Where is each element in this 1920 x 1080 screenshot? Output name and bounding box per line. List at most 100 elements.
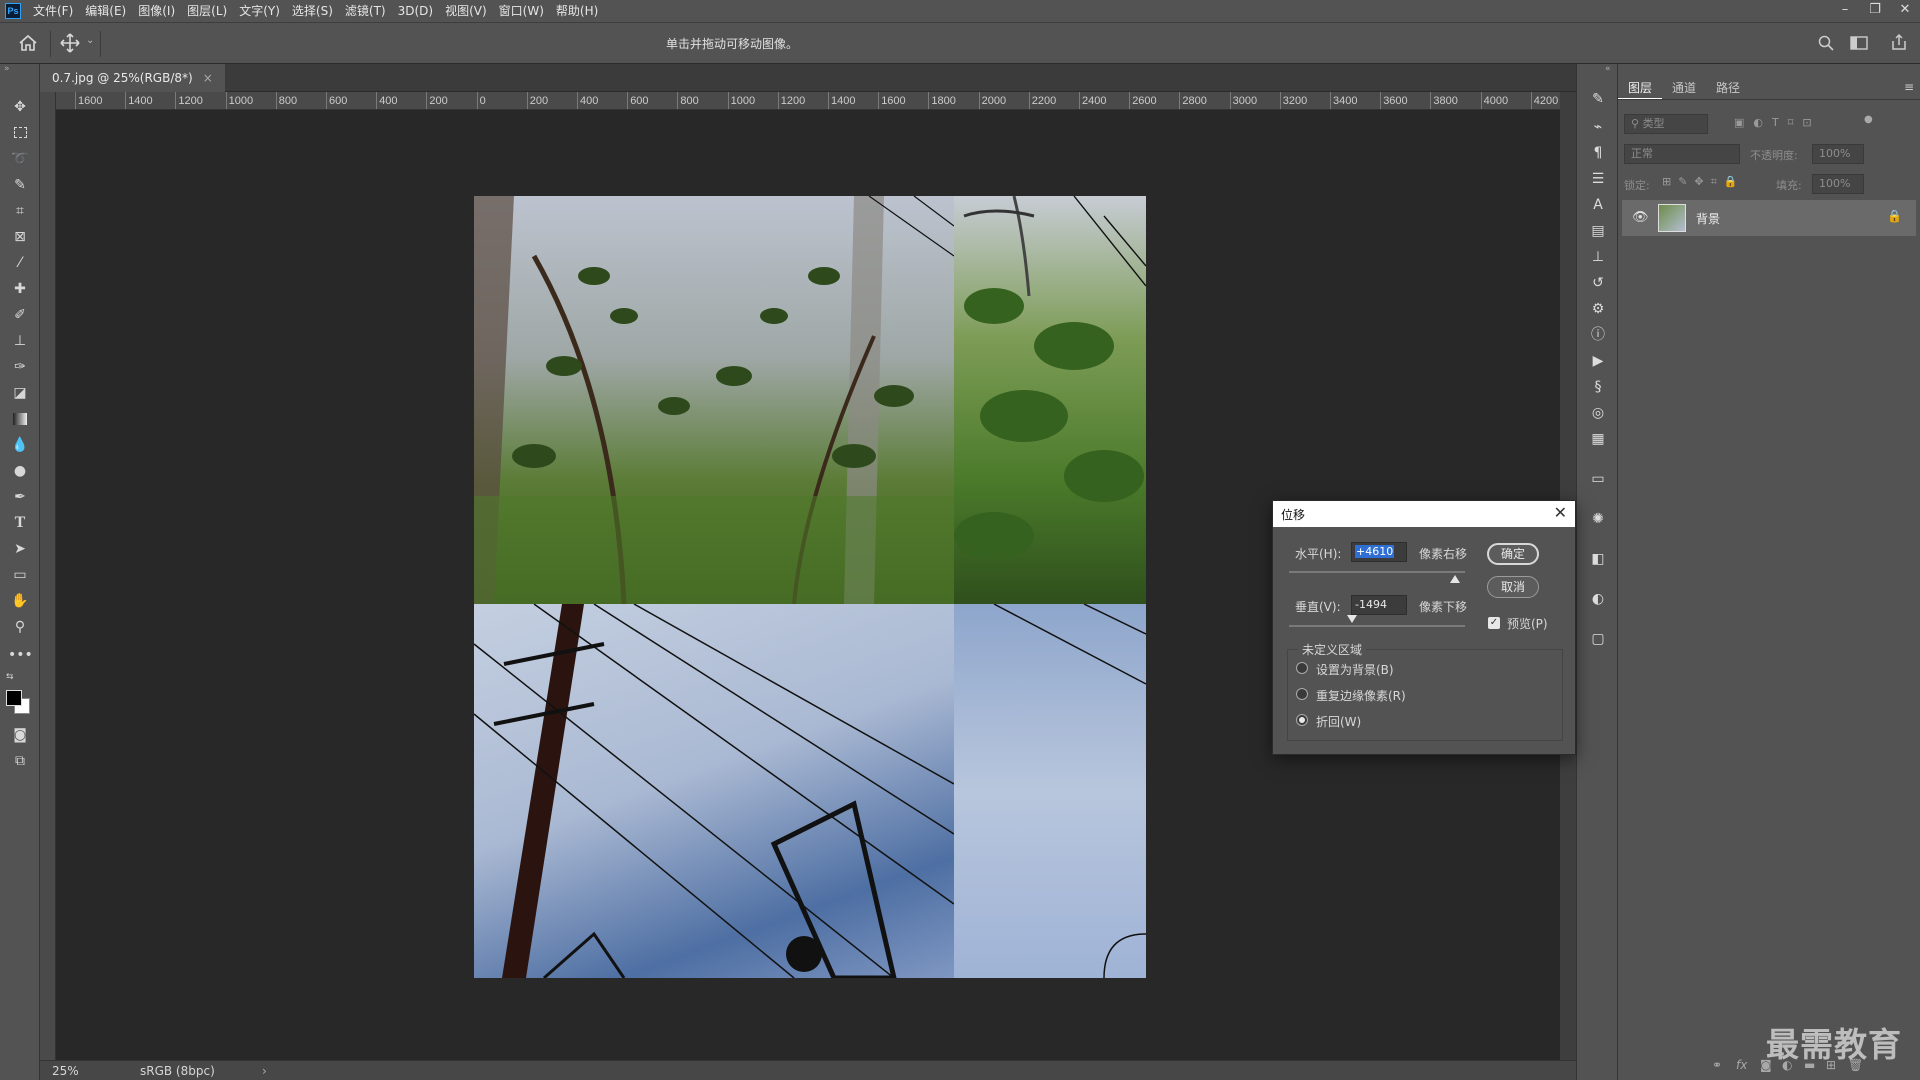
minimize-button[interactable]: – [1830, 0, 1860, 22]
close-icon[interactable]: ✕ [1554, 503, 1567, 522]
layer-filter-icons[interactable]: ▣◐T⌑⊡ [1734, 116, 1821, 129]
blur-icon[interactable]: 💧 [8, 434, 32, 456]
adjustments-sliders-icon[interactable]: ☰ [1589, 170, 1607, 188]
share-icon[interactable] [1890, 33, 1908, 51]
preview-checkbox[interactable]: ✓ [1488, 617, 1500, 629]
healing-brush-icon[interactable]: ✚ [8, 278, 32, 300]
pen-icon[interactable]: ✒ [8, 486, 32, 508]
menu-image[interactable]: 图像(I) [132, 0, 181, 22]
rectangle-icon[interactable]: ▭ [8, 564, 32, 586]
eraser-icon[interactable]: ◪ [8, 382, 32, 404]
home-icon[interactable] [18, 34, 38, 52]
zoom-level[interactable]: 25% [52, 1064, 79, 1078]
menu-edit[interactable]: 编辑(E) [79, 0, 132, 22]
vertical-input[interactable]: -1494 [1351, 595, 1407, 615]
more-tools-icon[interactable]: ••• [8, 644, 33, 666]
restore-button[interactable]: ❐ [1860, 0, 1890, 22]
close-tab-icon[interactable]: × [203, 64, 213, 92]
actions-icon[interactable]: ▶ [1589, 352, 1607, 370]
history-icon[interactable]: ↺ [1589, 274, 1607, 292]
menu-select[interactable]: 选择(S) [286, 0, 339, 22]
zoom-icon[interactable]: ⚲ [8, 616, 32, 638]
brush-settings-icon[interactable]: ✎ [1589, 90, 1607, 108]
brush-icon[interactable]: ✐ [8, 304, 32, 326]
layer-kind-filter[interactable]: ⚲ 类型 [1624, 114, 1708, 134]
menu-file[interactable]: 文件(F) [27, 0, 79, 22]
info-icon[interactable]: ⓘ [1589, 326, 1607, 344]
swap-colors-icon[interactable]: ⇆ [6, 672, 14, 682]
eyedropper-icon[interactable]: ⁄ [8, 252, 32, 274]
radio-wrap-around[interactable] [1296, 714, 1308, 726]
tab-paths[interactable]: 路径 [1706, 76, 1750, 99]
quick-selection-icon[interactable]: ✎ [8, 174, 32, 196]
notes-icon[interactable]: ▭ [1589, 470, 1607, 488]
dialog-titlebar[interactable]: 位移 ✕ [1273, 501, 1575, 527]
foreground-color-swatch[interactable] [6, 690, 22, 706]
tab-layers[interactable]: 图层 [1618, 76, 1663, 99]
vertical-slider-thumb[interactable] [1347, 615, 1357, 623]
path-selection-icon[interactable]: ➤ [8, 538, 32, 560]
type-icon[interactable]: T [8, 512, 32, 534]
close-window-button[interactable]: ✕ [1890, 0, 1920, 22]
status-menu-arrow[interactable]: › [262, 1064, 267, 1078]
ok-button[interactable]: 确定 [1487, 543, 1539, 565]
collapse-icon[interactable]: « [1605, 64, 1611, 74]
cancel-button[interactable]: 取消 [1487, 576, 1539, 598]
paragraph-icon[interactable]: ¶ [1589, 144, 1607, 162]
menu-3d[interactable]: 3D(D) [392, 0, 439, 22]
radio-set-to-background[interactable] [1296, 662, 1308, 674]
document-tab[interactable]: 0.7.jpg @ 25%(RGB/8*) × [40, 64, 225, 92]
timeline-icon[interactable]: ◧ [1589, 550, 1607, 568]
clone-stamp-icon[interactable]: ⊥ [8, 330, 32, 352]
menu-view[interactable]: 视图(V) [439, 0, 493, 22]
move-tool-icon[interactable] [60, 33, 80, 53]
chevron-down-icon[interactable]: ⌄ [86, 35, 94, 46]
lock-options-icons[interactable]: ⊞✎✥⌗🔒 [1662, 175, 1745, 189]
history-brush-icon[interactable]: ✑ [8, 356, 32, 378]
quick-mask-icon[interactable]: ◙ [8, 724, 32, 746]
panel-menu-icon[interactable]: ≡ [1904, 80, 1914, 94]
fx-icon[interactable]: fx [1736, 1058, 1747, 1072]
workspace-icon[interactable] [1850, 35, 1868, 51]
menu-help[interactable]: 帮助(H) [550, 0, 604, 22]
libraries-icon[interactable]: ▤ [1589, 222, 1607, 240]
horizontal-input[interactable]: +4610 [1351, 542, 1407, 562]
table-icon[interactable]: ▦ [1589, 430, 1607, 448]
fill-input[interactable]: 100% [1812, 174, 1864, 194]
dodge-icon[interactable]: ● [8, 460, 32, 482]
document-image[interactable] [474, 196, 1146, 978]
radio-repeat-edge-pixels[interactable] [1296, 688, 1308, 700]
horizontal-slider-thumb[interactable] [1450, 575, 1460, 583]
lasso-icon[interactable]: ➰ [8, 148, 32, 170]
menu-window[interactable]: 窗口(W) [493, 0, 550, 22]
frame-icon[interactable]: ⊠ [8, 226, 32, 248]
move-icon[interactable]: ✥ [8, 96, 32, 118]
search-icon[interactable] [1818, 35, 1834, 51]
crop-icon[interactable]: ⌗ [8, 200, 32, 222]
link-layers-icon[interactable]: ⚭ [1712, 1058, 1722, 1072]
menu-layer[interactable]: 图层(L) [181, 0, 233, 22]
adjustments-icon[interactable]: ◐ [1589, 590, 1607, 608]
vertical-slider-track[interactable] [1289, 625, 1465, 627]
collapse-icon[interactable]: » [4, 64, 10, 74]
marquee-icon[interactable] [8, 122, 32, 144]
brushes-icon[interactable]: ⌁ [1589, 118, 1607, 136]
visibility-eye-icon[interactable]: 👁 [1632, 210, 1649, 225]
filter-toggle-icon[interactable]: ● [1864, 114, 1873, 125]
blend-mode-select[interactable]: 正常 [1624, 144, 1740, 164]
screen-mode-icon[interactable]: ⧉ [8, 750, 32, 772]
gradients-icon[interactable]: ▢ [1589, 630, 1607, 648]
glyphs-icon[interactable]: § [1589, 378, 1607, 396]
menu-filter[interactable]: 滤镜(T) [339, 0, 392, 22]
layer-row-background[interactable]: 👁 背景 🔒 [1622, 200, 1916, 236]
tool-presets-icon[interactable]: ⚙ [1589, 300, 1607, 318]
gradient-icon[interactable] [8, 408, 32, 430]
hand-icon[interactable]: ✋ [8, 590, 32, 612]
opacity-input[interactable]: 100% [1812, 144, 1864, 164]
clone-source-icon[interactable]: ⊥ [1589, 248, 1607, 266]
horizontal-slider-track[interactable] [1289, 571, 1465, 573]
character-icon[interactable]: A [1589, 196, 1607, 214]
tab-channels[interactable]: 通道 [1662, 76, 1706, 99]
menu-type[interactable]: 文字(Y) [233, 0, 286, 22]
3d-icon[interactable]: ◎ [1589, 404, 1607, 422]
